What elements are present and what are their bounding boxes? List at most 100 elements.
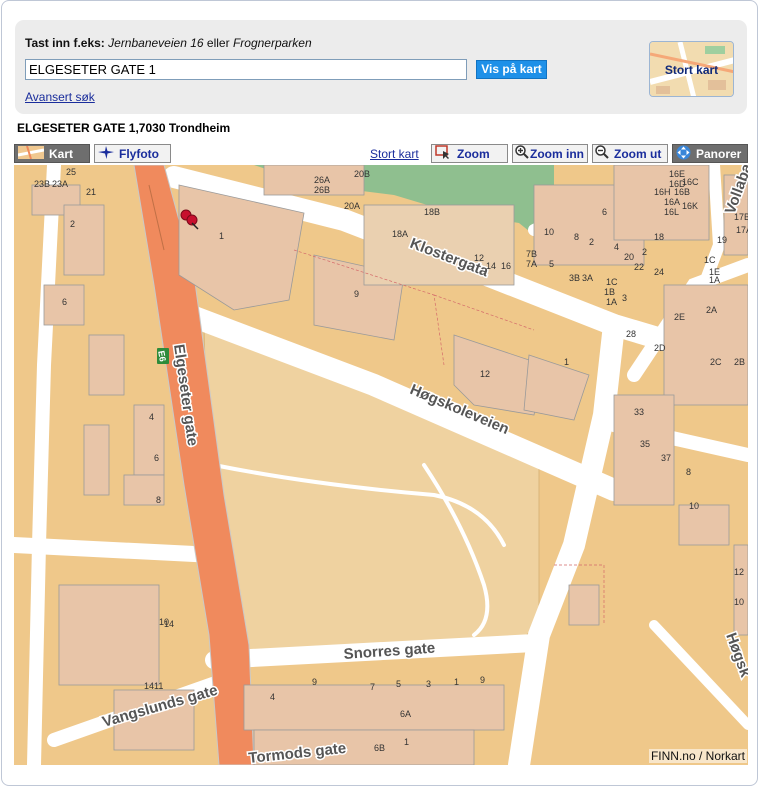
- house-number: 24: [654, 267, 664, 277]
- house-number: 6A: [400, 709, 411, 719]
- zoom-rectangle-icon: [435, 145, 452, 162]
- e6-road-shield: E6: [156, 348, 169, 364]
- result-address: ELGESETER GATE 1,7030 Trondheim: [17, 121, 231, 135]
- house-number: 22: [634, 262, 644, 272]
- house-number: 20B: [354, 169, 370, 179]
- house-number: 1B: [604, 287, 615, 297]
- house-number: 18: [654, 232, 664, 242]
- house-number: 9: [480, 675, 485, 685]
- house-number: 2: [642, 247, 647, 257]
- house-number: 2E: [674, 312, 685, 322]
- map-canvas[interactable]: Elgeseter gate Klostergata Høgskoleveien…: [14, 165, 748, 765]
- house-number: 1C: [704, 255, 716, 265]
- house-number: 5: [549, 259, 554, 269]
- house-number: 7A: [526, 259, 537, 269]
- hint-label: Tast inn f.eks:: [25, 36, 105, 50]
- flyfoto-label: Flyfoto: [119, 146, 159, 161]
- kart-view-button[interactable]: Kart: [14, 144, 90, 163]
- zoom-label: Zoom: [457, 146, 490, 161]
- house-number: 16A: [664, 197, 680, 207]
- house-number: 17A: [736, 225, 748, 235]
- house-number: 28: [626, 329, 636, 339]
- zoom-out-label: Zoom ut: [614, 146, 662, 161]
- zoom-in-icon: [515, 145, 529, 162]
- pan-label: Panorer: [696, 146, 742, 161]
- zoom-out-button[interactable]: Zoom ut: [592, 144, 668, 163]
- house-number: 18A: [392, 229, 408, 239]
- show-on-map-button[interactable]: Vis på kart: [476, 60, 547, 79]
- advanced-search-link[interactable]: Avansert søk: [25, 90, 95, 104]
- house-number: 33: [634, 407, 644, 417]
- house-number: 5: [396, 679, 401, 689]
- house-number: 10: [544, 227, 554, 237]
- house-number: 23B: [34, 179, 50, 189]
- house-number: 25: [66, 167, 76, 177]
- house-number: 9: [354, 289, 359, 299]
- big-map-label: Stort kart: [664, 63, 719, 77]
- house-number: 16: [501, 261, 511, 271]
- house-number: 1: [404, 737, 409, 747]
- house-number: 1A: [709, 275, 720, 285]
- house-number: 37: [661, 453, 671, 463]
- house-number: 3: [622, 293, 627, 303]
- house-number: 3B: [569, 273, 580, 283]
- house-number: 18B: [424, 207, 440, 217]
- map-svg: Elgeseter gate Klostergata Høgskoleveien…: [14, 165, 748, 765]
- zoom-in-label: Zoom inn: [530, 146, 584, 161]
- svg-text:E6: E6: [156, 350, 168, 363]
- stort-kart-link[interactable]: Stort kart: [370, 147, 419, 161]
- house-number: 2D: [654, 343, 666, 353]
- hint-or: eller: [206, 36, 230, 50]
- house-number: 26A: [314, 175, 330, 185]
- house-number: 4: [614, 242, 619, 252]
- house-number: 6: [154, 453, 159, 463]
- zoom-tool-button[interactable]: Zoom: [431, 144, 508, 163]
- house-number: 2: [589, 237, 594, 247]
- house-number: 9: [312, 677, 317, 687]
- address-search-input[interactable]: [25, 59, 467, 80]
- house-number: 14: [164, 619, 174, 629]
- zoom-in-button[interactable]: Zoom inn: [512, 144, 588, 163]
- house-number: 35: [640, 439, 650, 449]
- hint-example-1: Jernbaneveien 16: [108, 36, 204, 50]
- house-number: 20: [624, 252, 634, 262]
- house-number: 20A: [344, 201, 360, 211]
- house-number: 1: [564, 357, 569, 367]
- big-map-thumbnail-button[interactable]: Stort kart: [649, 41, 734, 97]
- house-number: 12: [734, 567, 744, 577]
- map-copyright: FINN.no / Norkart: [648, 749, 747, 763]
- house-number: 3: [426, 679, 431, 689]
- house-number: 6: [62, 297, 67, 307]
- house-number: 6B: [374, 743, 385, 753]
- house-number: 2: [70, 219, 75, 229]
- pan-button[interactable]: Panorer: [672, 144, 748, 163]
- house-number: 7: [370, 682, 375, 692]
- flyfoto-view-button[interactable]: Flyfoto: [94, 144, 171, 163]
- house-number: 2B: [734, 357, 745, 367]
- map-view-icon: [17, 145, 45, 162]
- house-number: 12: [474, 253, 484, 263]
- house-number: 1: [454, 677, 459, 687]
- house-number: 1A: [606, 297, 617, 307]
- house-number: 16B: [674, 187, 690, 197]
- house-number: 16L: [664, 207, 679, 217]
- hint-example-2: Frognerparken: [232, 36, 312, 50]
- house-number: 8: [574, 232, 579, 242]
- search-panel: Tast inn f.eks: Jernbaneveien 16 eller F…: [15, 20, 747, 114]
- house-number: 10: [689, 501, 699, 511]
- house-number: 11: [154, 681, 163, 691]
- house-number: 6: [602, 207, 607, 217]
- house-number: 2A: [706, 305, 717, 315]
- house-number: 3A: [582, 273, 593, 283]
- house-number: 1: [219, 231, 224, 241]
- house-number: 26B: [314, 185, 330, 195]
- house-number: 10: [734, 597, 744, 607]
- house-number: 19: [717, 235, 727, 245]
- house-number: 17B: [734, 212, 748, 222]
- airplane-icon: [98, 145, 114, 162]
- search-hint: Tast inn f.eks: Jernbaneveien 16 eller F…: [25, 36, 312, 50]
- house-number: 12: [480, 369, 490, 379]
- pan-arrows-icon: [676, 145, 691, 163]
- house-number: 1C: [606, 277, 618, 287]
- house-number: 7B: [526, 249, 537, 259]
